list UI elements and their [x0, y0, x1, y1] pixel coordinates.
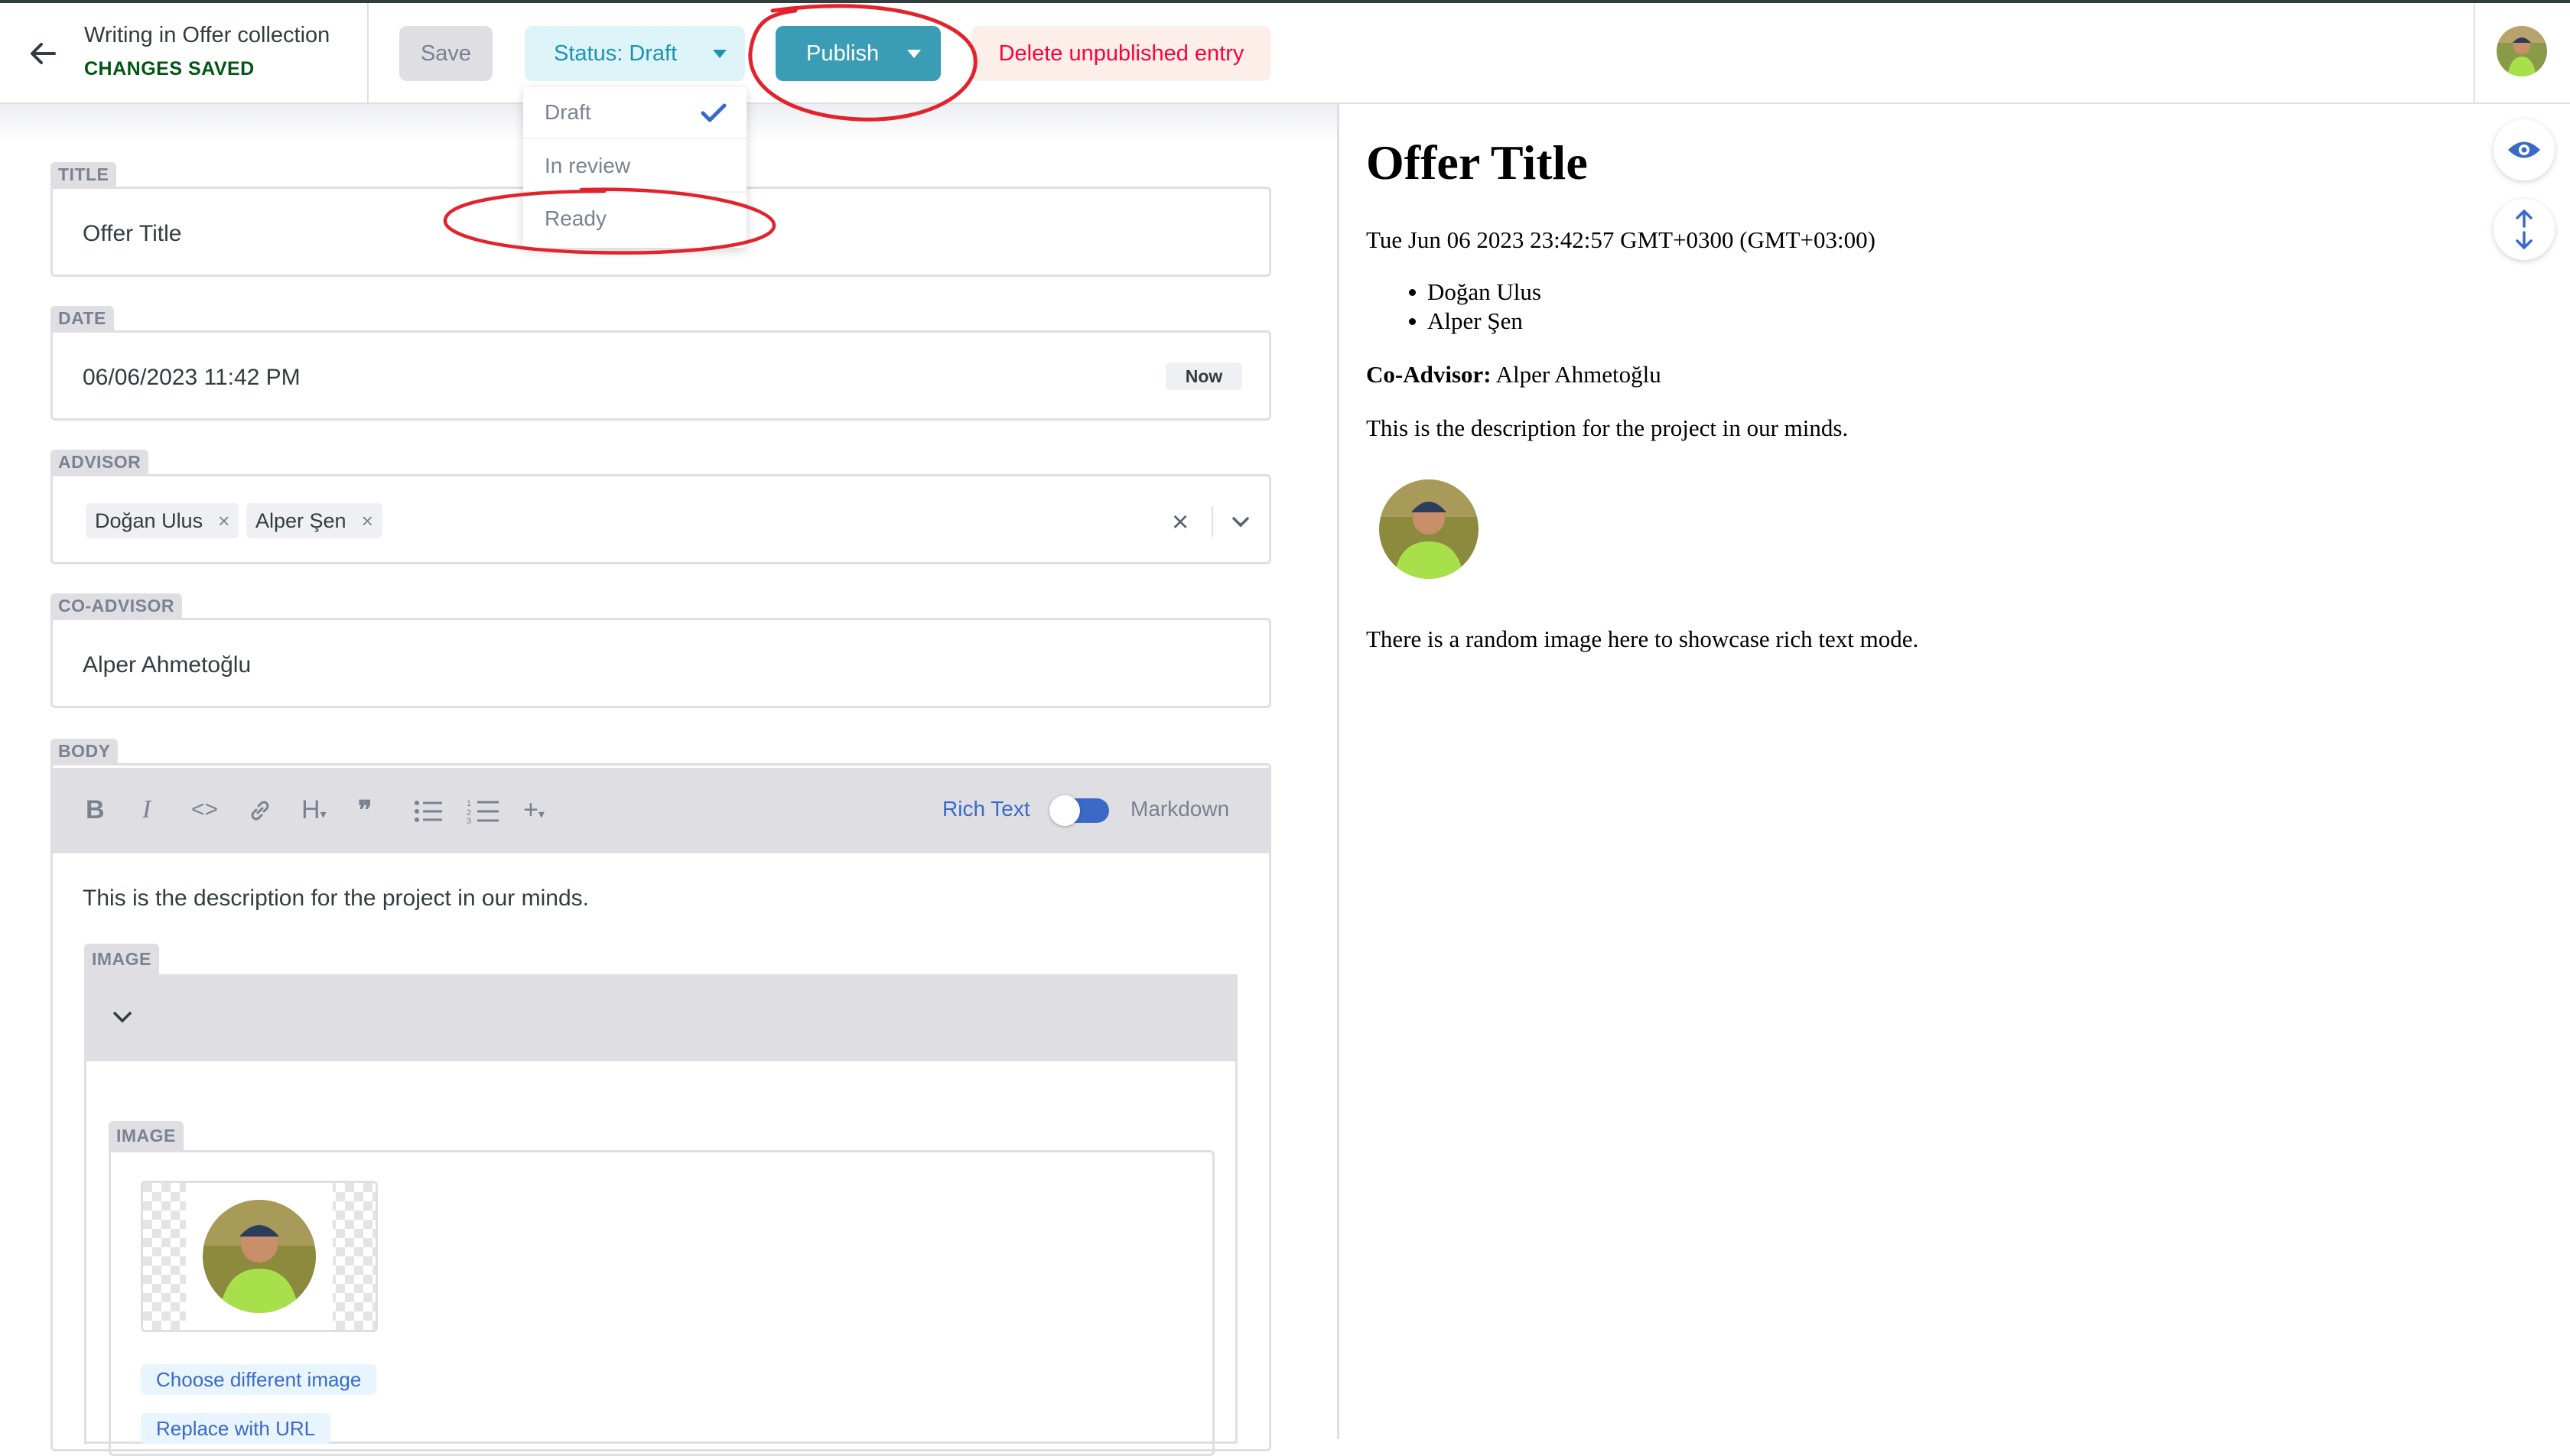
- editor-topbar: [0, 3, 2570, 104]
- rich-text-mode-label[interactable]: Rich Text: [942, 797, 1030, 821]
- date-value: 06/06/2023 11:42 PM: [83, 365, 301, 390]
- preview-image: [1378, 479, 1479, 580]
- now-button[interactable]: Now: [1166, 362, 1242, 390]
- checkmark-icon: [701, 103, 727, 122]
- preview-date: Tue Jun 06 2023 23:42:57 GMT+0300 (GMT+0…: [1366, 226, 1875, 253]
- co-advisor-value: Alper Ahmetoğlu: [83, 652, 252, 678]
- image-block-label: IMAGE: [84, 944, 159, 974]
- title-label: TITLE: [50, 162, 117, 187]
- add-component-icon-label: +: [523, 795, 538, 824]
- caret-down-icon: [907, 50, 921, 58]
- italic-icon[interactable]: I: [142, 795, 151, 824]
- image-thumbnail[interactable]: [141, 1181, 378, 1332]
- title-value: Offer Title: [83, 221, 182, 246]
- choose-different-image-button[interactable]: Choose different image: [141, 1364, 377, 1395]
- caret-down-icon: [713, 50, 727, 58]
- clear-selection-icon[interactable]: ×: [1172, 506, 1189, 539]
- chevron-down-icon[interactable]: [1230, 511, 1251, 536]
- advisor-chip: Alper Şen ×: [246, 503, 382, 538]
- remove-chip-icon[interactable]: ×: [362, 509, 373, 533]
- link-icon[interactable]: [246, 797, 274, 828]
- status-dropdown-button[interactable]: Status: Draft: [525, 26, 745, 81]
- preview-co-advisor-value: Alper Ahmetoğlu: [1495, 361, 1661, 388]
- status-option-in-review[interactable]: In review: [523, 141, 747, 193]
- bold-icon[interactable]: B: [86, 795, 105, 825]
- preview-advisor-item: Alper Şen: [1427, 307, 1523, 334]
- advisor-chip-label: Alper Şen: [255, 509, 346, 532]
- advisor-chip-label: Doğan Ulus: [95, 509, 203, 532]
- image-field-label: IMAGE: [109, 1121, 184, 1150]
- topbar-divider: [367, 3, 369, 104]
- toggle-preview-button[interactable]: [2494, 119, 2555, 180]
- chevron-down-icon[interactable]: [110, 1005, 135, 1033]
- code-icon[interactable]: <>: [191, 797, 218, 823]
- svg-text:1: 1: [467, 799, 471, 808]
- heading-icon[interactable]: H▾: [301, 795, 327, 825]
- sync-scroll-button[interactable]: [2494, 199, 2555, 260]
- markdown-mode-label[interactable]: Markdown: [1130, 797, 1229, 821]
- advisor-chip: Doğan Ulus ×: [86, 503, 239, 538]
- list-bullet: [1409, 318, 1416, 325]
- replace-with-url-button[interactable]: Replace with URL: [141, 1413, 331, 1444]
- preview-co-advisor: Co-Advisor: Alper Ahmetoğlu: [1366, 361, 1661, 388]
- advisor-label: ADVISOR: [50, 450, 149, 474]
- body-label: BODY: [50, 739, 119, 763]
- add-component-icon[interactable]: +▾: [523, 795, 545, 825]
- remove-chip-icon[interactable]: ×: [218, 509, 229, 533]
- status-option-label: Ready: [545, 206, 607, 230]
- status-option-draft[interactable]: Draft: [523, 87, 747, 139]
- sync-scroll-icon: [2516, 210, 2533, 249]
- preview-image-caption: There is a random image here to showcase…: [1366, 626, 1919, 652]
- heading-icon-label: H: [301, 795, 320, 824]
- save-button[interactable]: Save: [399, 26, 493, 81]
- delete-entry-button[interactable]: Delete unpublished entry: [971, 26, 1271, 81]
- eye-icon: [2508, 141, 2540, 158]
- topbar-divider-right: [2474, 3, 2475, 104]
- toggle-knob: [1049, 795, 1080, 826]
- preview-title: Offer Title: [1366, 135, 1588, 190]
- status-label: Status: Draft: [554, 41, 678, 66]
- collection-heading: Writing in Offer collection: [84, 23, 330, 47]
- status-option-label: Draft: [545, 100, 591, 124]
- date-label: DATE: [50, 306, 114, 330]
- publish-button[interactable]: Publish: [776, 26, 941, 81]
- arrow-left-icon: [31, 43, 56, 64]
- svg-text:3: 3: [467, 817, 471, 824]
- select-separator: [1212, 506, 1213, 537]
- image-block-header[interactable]: [84, 974, 1238, 1061]
- save-status-text: CHANGES SAVED: [84, 58, 255, 80]
- preview-description: This is the description for the project …: [1366, 414, 1849, 441]
- status-menu: Draft In review Ready: [523, 87, 747, 248]
- user-avatar[interactable]: [2497, 26, 2547, 76]
- preview-co-advisor-label: Co-Advisor:: [1366, 361, 1492, 388]
- pane-divider[interactable]: [1337, 104, 1339, 1439]
- bulleted-list-icon[interactable]: [413, 798, 444, 828]
- quote-icon[interactable]: ❞: [358, 795, 372, 826]
- back-button[interactable]: [26, 37, 60, 70]
- body-text: This is the description for the project …: [83, 886, 589, 911]
- status-option-label: In review: [545, 154, 631, 177]
- publish-label: Publish: [806, 41, 880, 66]
- list-bullet: [1409, 289, 1416, 296]
- status-option-ready[interactable]: Ready: [523, 193, 747, 245]
- preview-advisor-item: Doğan Ulus: [1427, 278, 1541, 305]
- editor-mode-toggle[interactable]: [1049, 795, 1109, 826]
- co-advisor-label: CO-ADVISOR: [50, 593, 182, 618]
- numbered-list-icon[interactable]: 123: [467, 797, 500, 828]
